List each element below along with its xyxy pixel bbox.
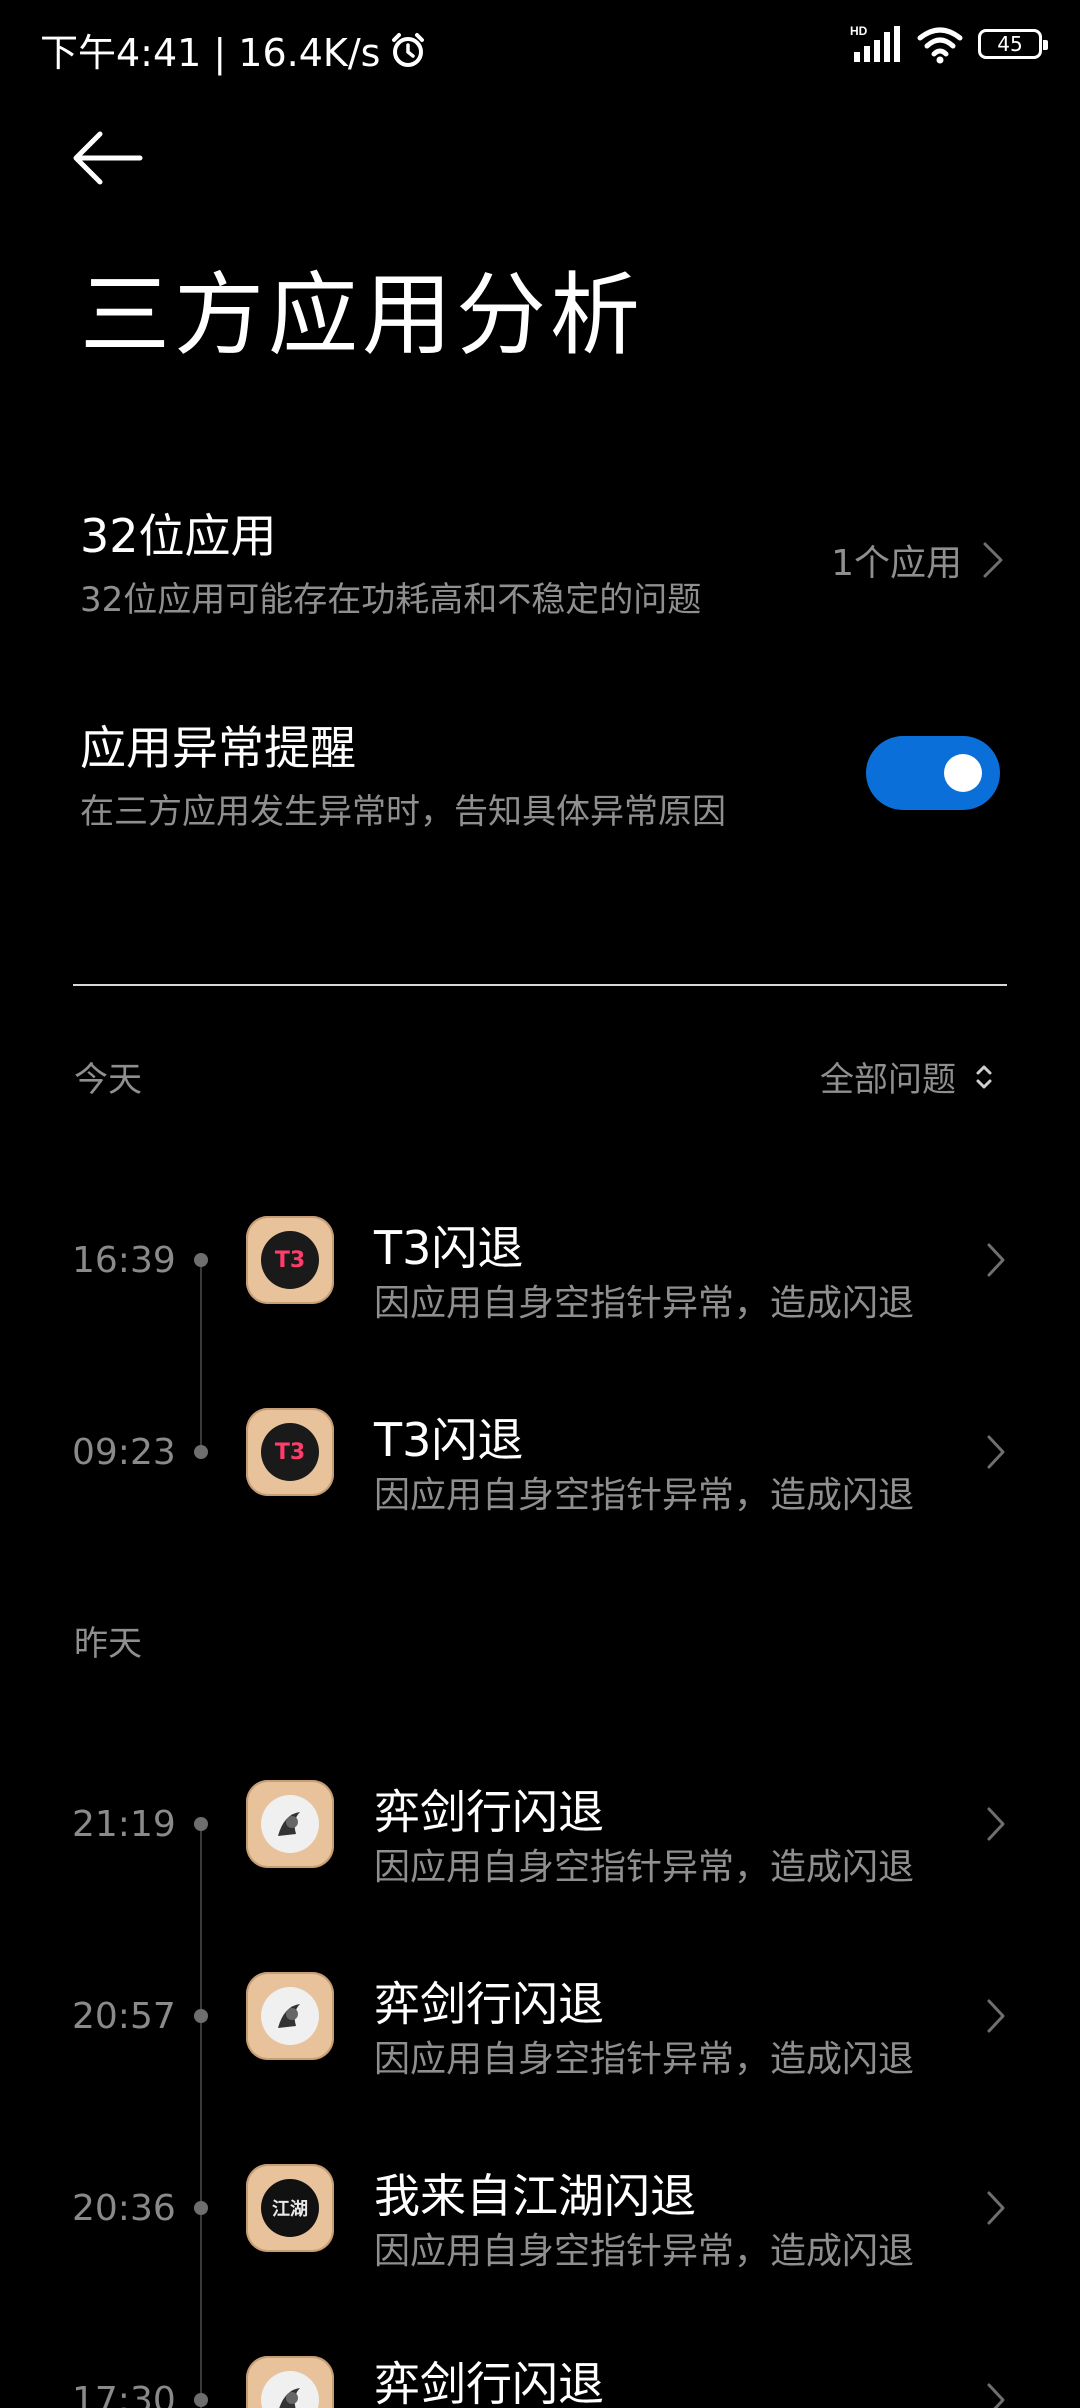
event-title: 弈剑行闪退 [374,2357,604,2408]
chevron-right-icon [987,1435,1005,1469]
event-time: 16:39 [72,1240,176,1281]
app-icon-avatar [261,1795,319,1853]
app-icon-yijianxing [246,2356,334,2408]
app-icon-t3: T3 [246,1408,334,1496]
section-label-yesterday: 昨天 [74,1624,142,1664]
status-time-speed: 下午4:41 | 16.4K/s [40,31,381,75]
issue-filter-dropdown[interactable]: 全部问题 [820,1052,994,1101]
battery-icon: 45 [978,29,1048,59]
exception-alert-toggle[interactable] [866,736,1000,810]
event-time: 20:57 [72,1996,176,2037]
app-icon-label: T3 [261,1231,319,1289]
event-row[interactable]: 21:19 弈剑行闪退 因应用自身空指针异常，造成闪退 [0,1764,1080,1888]
chevron-right-icon [987,1243,1005,1277]
setting-32bit-subtitle: 32位应用可能存在功耗高和不稳定的问题 [80,580,702,620]
event-title: 我来自江湖闪退 [374,2169,696,2223]
event-row[interactable]: 20:36 江湖 我来自江湖闪退 因应用自身空指针异常，造成闪退 [0,2148,1080,2272]
event-row[interactable]: 20:57 弈剑行闪退 因应用自身空指针异常，造成闪退 [0,1956,1080,2080]
event-description: 因应用自身空指针异常，造成闪退 [374,2039,915,2080]
app-icon-label: 江湖 [261,2179,319,2237]
app-icon-avatar [261,1987,319,2045]
event-time: 21:19 [72,1804,176,1845]
alarm-icon [392,32,425,67]
setting-32bit-value[interactable]: 1个应用 [831,534,1004,586]
chevron-right-icon [987,1807,1005,1841]
event-time: 20:36 [72,2188,176,2229]
swordsman-icon [279,2388,300,2408]
app-icon-yijianxing [246,1972,334,2060]
section-label-today: 今天 [74,1060,142,1100]
event-description: 因应用自身空指针异常，造成闪退 [374,2231,915,2272]
hd-badge: HD [850,24,868,38]
timeline-dot [194,1817,208,1831]
event-time: 09:23 [72,1432,176,1473]
back-arrow-icon[interactable] [70,126,146,190]
event-row[interactable]: 16:39 T3 T3闪退 因应用自身空指针异常，造成闪退 [0,1200,1080,1324]
app-icon-yijianxing [246,1780,334,1868]
page-title: 三方应用分析 [80,263,644,368]
chevron-right-icon [987,2383,1005,2408]
app-icon-t3: T3 [246,1216,334,1304]
setting-alert-subtitle: 在三方应用发生异常时，告知具体异常原因 [80,792,726,832]
event-title: T3闪退 [374,1413,524,1467]
wifi-icon [917,27,963,64]
app-icon-avatar [261,2371,319,2408]
timeline-line-yesterday [200,1822,202,2408]
divider [73,984,1007,986]
app-count-label: 1个应用 [831,543,962,584]
battery-level: 45 [997,32,1023,56]
swordsman-icon [278,1812,300,1836]
event-row[interactable]: 09:23 T3 T3闪退 因应用自身空指针异常，造成闪退 [0,1392,1080,1516]
chevron-right-icon [983,542,1003,578]
timeline-dot [194,2009,208,2023]
event-description: 因应用自身空指针异常，造成闪退 [374,1283,915,1324]
chevron-right-icon [987,1999,1005,2033]
event-row[interactable]: 17:30 弈剑行闪退 [0,2340,1080,2408]
timeline-dot [194,2393,208,2407]
app-icon-label: T3 [261,1423,319,1481]
toggle-knob [944,754,982,792]
timeline-dot [194,1445,208,1459]
timeline-dot [194,1253,208,1267]
event-description: 因应用自身空指针异常，造成闪退 [374,1847,915,1888]
event-title: T3闪退 [374,1221,524,1275]
filter-label: 全部问题 [820,1060,956,1100]
event-title: 弈剑行闪退 [374,1785,604,1839]
event-title: 弈剑行闪退 [374,1977,604,2031]
event-description: 因应用自身空指针异常，造成闪退 [374,1475,915,1516]
app-icon-jianghu: 江湖 [246,2164,334,2252]
sort-updown-icon [976,1065,992,1088]
setting-32bit-title: 32位应用 [80,509,277,563]
setting-alert-title: 应用异常提醒 [80,721,356,775]
status-bar-left: 下午4:41 | 16.4K/s [40,22,428,77]
chevron-right-icon [987,2191,1005,2225]
timeline-dot [194,2201,208,2215]
cell-signal-icon: HD [850,24,900,62]
event-time: 17:30 [72,2380,176,2408]
swordsman-icon [278,2004,300,2028]
status-bar-right: HD 45 [850,24,1048,64]
